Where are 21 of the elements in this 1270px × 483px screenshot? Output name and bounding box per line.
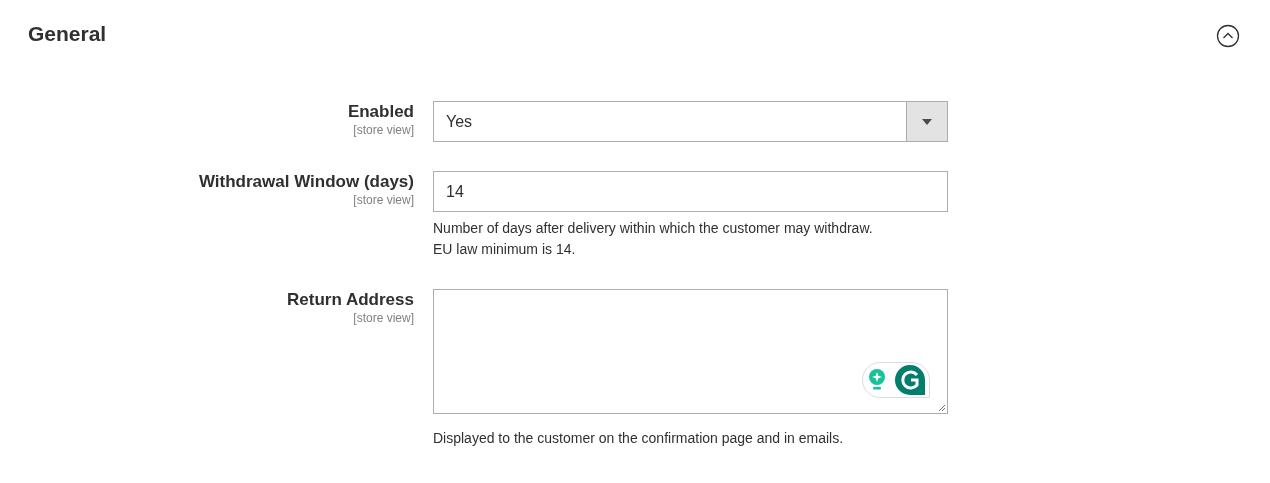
input-field[interactable]: 14 (433, 171, 948, 212)
scope-label: [store view] (353, 192, 414, 208)
g-logo-icon (894, 365, 925, 395)
writing-assistant-widget[interactable] (862, 362, 930, 398)
field-label: Withdrawal Window (days) (198, 172, 414, 192)
field-label: Enabled (347, 102, 414, 122)
field-note: EU law minimum is 14. (433, 240, 577, 259)
textarea-field[interactable] (433, 289, 948, 414)
lightbulb-icon (867, 369, 886, 391)
collapse-icon[interactable] (1216, 24, 1240, 48)
resize-handle-icon[interactable] (938, 404, 946, 412)
field-label: Return Address (287, 290, 414, 310)
field-note: Number of days after delivery within which the customer may withdraw. (433, 219, 874, 238)
dropdown-toggle[interactable] (906, 102, 947, 141)
scope-label: [store view] (353, 310, 414, 326)
scope-label: [store view] (353, 122, 414, 138)
caret-icon (922, 118, 932, 125)
field-note: Displayed to the customer on the confirmation page and in emails. (433, 429, 845, 448)
select-value: Yes (445, 112, 474, 132)
section-title: General (28, 21, 107, 47)
select-field[interactable]: Yes (433, 101, 948, 142)
